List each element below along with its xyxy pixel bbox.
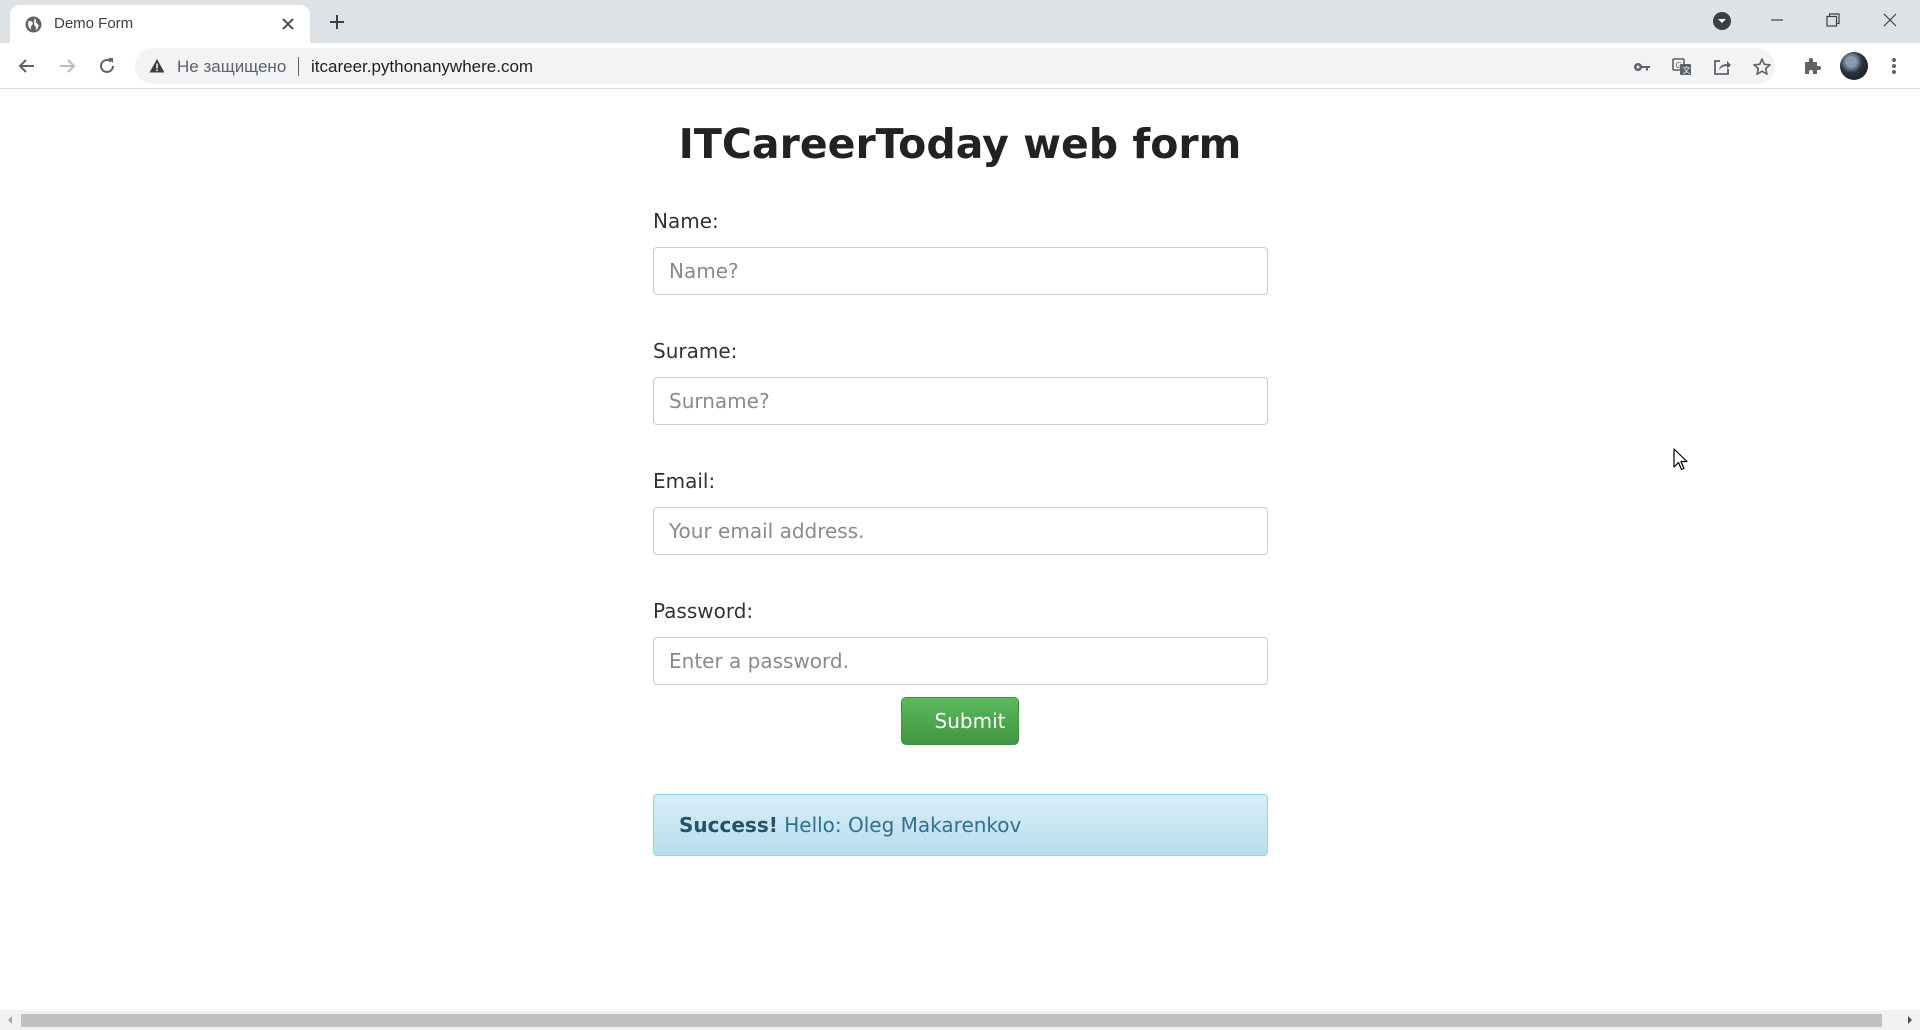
horizontal-scrollbar[interactable] bbox=[0, 1010, 1920, 1030]
browser-tab[interactable]: Demo Form bbox=[10, 5, 310, 43]
profile-avatar[interactable] bbox=[1840, 52, 1868, 80]
restore-icon[interactable] bbox=[1810, 4, 1856, 36]
name-label: Name: bbox=[653, 209, 719, 233]
key-icon[interactable] bbox=[1631, 56, 1653, 78]
email-input[interactable] bbox=[653, 507, 1268, 555]
address-bar[interactable]: Не защищено itcareer.pythonanywhere.com … bbox=[135, 48, 1775, 84]
password-input[interactable] bbox=[653, 637, 1268, 685]
browser-toolbar: Не защищено itcareer.pythonanywhere.com … bbox=[0, 43, 1920, 89]
mouse-cursor-icon bbox=[1673, 448, 1688, 471]
globe-icon bbox=[25, 16, 42, 33]
page-title: ITCareerToday web form bbox=[678, 120, 1242, 168]
tab-title: Demo Form bbox=[54, 15, 134, 32]
name-input[interactable] bbox=[653, 247, 1268, 295]
minimize-icon[interactable] bbox=[1754, 4, 1800, 36]
scrollbar-thumb[interactable] bbox=[21, 1014, 1882, 1027]
chevron-down-icon[interactable] bbox=[1711, 10, 1733, 32]
puzzle-icon[interactable] bbox=[1800, 54, 1824, 78]
scroll-right-icon[interactable] bbox=[1900, 1010, 1920, 1030]
reload-icon[interactable] bbox=[91, 50, 123, 82]
alert-message: Hello: Oleg Makarenkov bbox=[784, 813, 1022, 837]
submit-button[interactable]: Submit bbox=[901, 697, 1019, 745]
alert-strong: Success! bbox=[679, 813, 778, 837]
url-text[interactable]: itcareer.pythonanywhere.com bbox=[311, 57, 533, 77]
plus-icon[interactable] bbox=[325, 10, 349, 34]
share-icon[interactable] bbox=[1711, 56, 1733, 78]
arrow-right-icon[interactable] bbox=[51, 50, 83, 82]
password-label: Password: bbox=[653, 599, 754, 623]
page-content: ITCareerToday web form Name: Surame: Ema… bbox=[0, 89, 1920, 1010]
security-label[interactable]: Не защищено bbox=[177, 57, 286, 77]
star-icon[interactable] bbox=[1751, 56, 1773, 78]
close-icon[interactable] bbox=[278, 14, 298, 34]
email-label: Email: bbox=[653, 469, 716, 493]
svg-text:文: 文 bbox=[1683, 65, 1691, 75]
close-window-icon[interactable] bbox=[1867, 4, 1913, 36]
arrow-left-icon[interactable] bbox=[11, 50, 43, 82]
surname-label: Surame: bbox=[653, 339, 738, 363]
warning-icon[interactable] bbox=[149, 58, 165, 74]
kebab-menu-icon[interactable] bbox=[1882, 54, 1906, 78]
scroll-left-icon[interactable] bbox=[0, 1010, 20, 1030]
translate-icon[interactable]: G文 bbox=[1671, 56, 1693, 78]
web-form: Name: Surame: Email: Password: bbox=[653, 209, 1268, 729]
svg-text:G: G bbox=[1676, 61, 1682, 70]
separator bbox=[298, 57, 299, 76]
tab-strip: Demo Form bbox=[0, 0, 1920, 43]
surname-input[interactable] bbox=[653, 377, 1268, 425]
success-alert: Success! Hello: Oleg Makarenkov bbox=[653, 794, 1268, 856]
